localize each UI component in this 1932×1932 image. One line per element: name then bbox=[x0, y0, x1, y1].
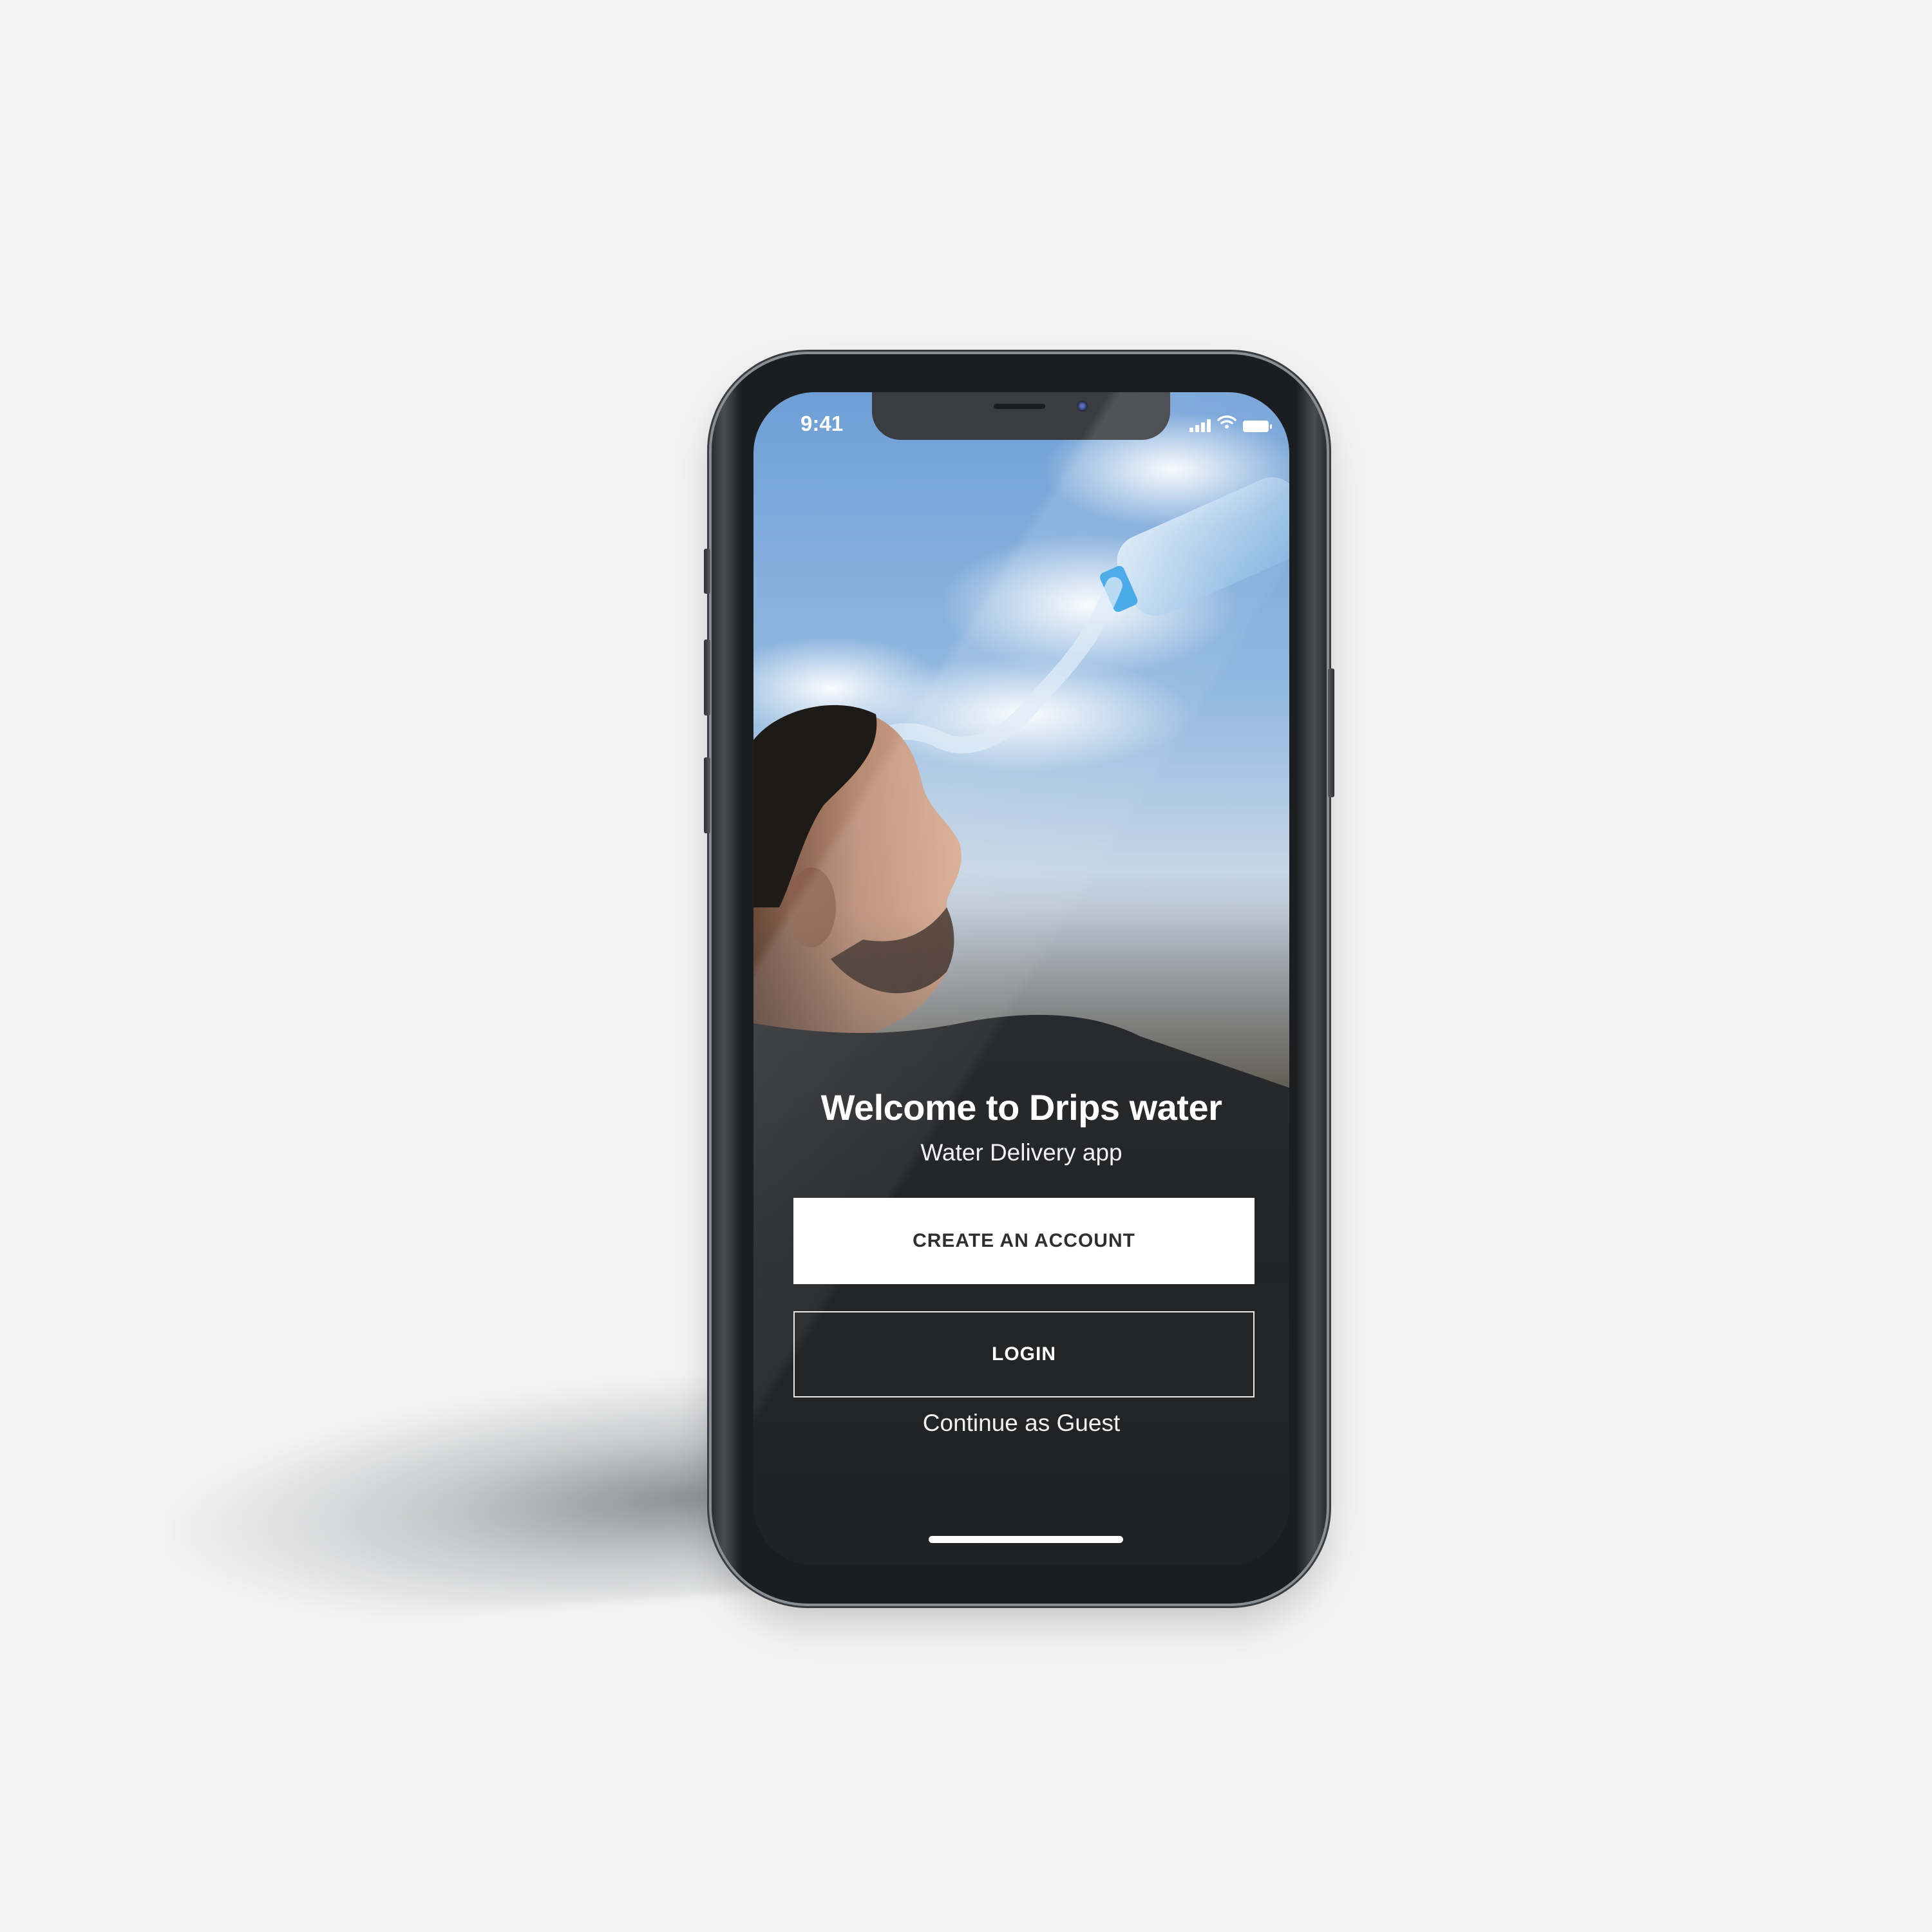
app-screen: 9:41 Welcome to Drips water Water Delive… bbox=[753, 392, 1289, 1566]
battery-icon bbox=[1243, 421, 1272, 432]
silent-switch bbox=[704, 549, 710, 594]
status-time: 9:41 bbox=[800, 412, 844, 435]
speaker-grille bbox=[994, 404, 1045, 409]
welcome-subtitle: Water Delivery app bbox=[920, 1139, 1122, 1166]
phone-mockup: 9:41 Welcome to Drips water Water Delive… bbox=[704, 354, 1334, 1604]
continue-as-guest-link[interactable]: Continue as Guest bbox=[753, 1410, 1289, 1437]
wifi-icon bbox=[1217, 415, 1236, 432]
cellular-signal-icon bbox=[1189, 418, 1211, 432]
login-button[interactable]: LOGIN bbox=[793, 1311, 1255, 1397]
volume-down-button bbox=[704, 757, 710, 833]
status-icons bbox=[1189, 414, 1272, 432]
volume-up-button bbox=[704, 639, 710, 715]
power-button bbox=[1328, 668, 1334, 797]
front-camera bbox=[1077, 401, 1088, 412]
device-notch bbox=[872, 392, 1170, 440]
create-account-button[interactable]: CREATE AN ACCOUNT bbox=[793, 1198, 1255, 1284]
home-indicator[interactable] bbox=[929, 1536, 1123, 1543]
welcome-title: Welcome to Drips water bbox=[820, 1087, 1222, 1128]
